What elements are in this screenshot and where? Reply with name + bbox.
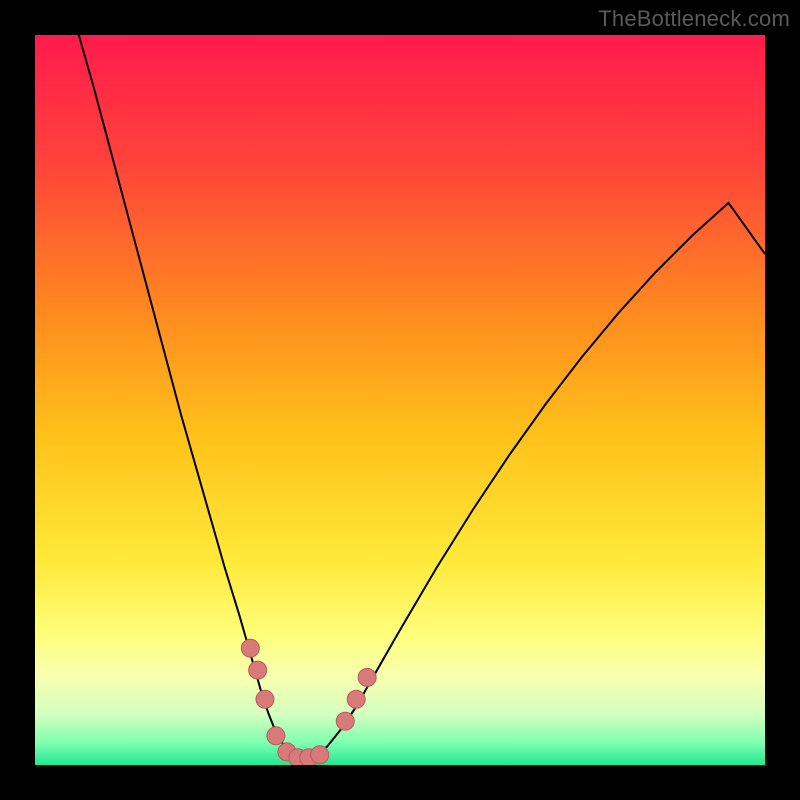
bottleneck-chart: [35, 35, 765, 765]
plot-area: [35, 35, 765, 765]
watermark-text: TheBottleneck.com: [598, 6, 790, 32]
marker-point: [311, 746, 329, 764]
marker-point: [358, 668, 376, 686]
marker-point: [267, 727, 285, 745]
gradient-background: [35, 35, 765, 765]
marker-point: [256, 690, 274, 708]
marker-point: [347, 690, 365, 708]
chart-frame: TheBottleneck.com: [0, 0, 800, 800]
marker-point: [336, 712, 354, 730]
marker-point: [249, 661, 267, 679]
marker-point: [241, 639, 259, 657]
